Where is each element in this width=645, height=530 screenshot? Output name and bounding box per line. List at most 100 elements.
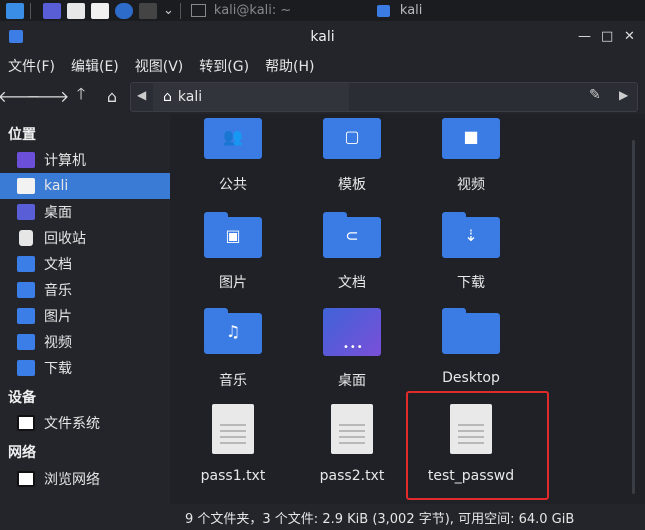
network-icon <box>17 471 35 487</box>
sidebar-item-kali[interactable]: kali <box>0 173 170 199</box>
menu-edit[interactable]: 编辑(E) <box>71 56 119 76</box>
menu-file[interactable]: 文件(F) <box>8 56 55 76</box>
item-label: 音乐 <box>219 373 247 389</box>
sidebar-item-documents[interactable]: 文档 <box>0 251 170 277</box>
taskbar-separator <box>30 2 31 19</box>
terminal-task-title: kali@kali: ~ <box>213 3 292 18</box>
path-scroll-right-icon[interactable]: ▶ <box>619 88 628 102</box>
sidebar-header-devices: 设备 <box>8 390 36 406</box>
edit-location-icon[interactable]: ✎ <box>589 87 601 103</box>
item-label: 文档 <box>338 275 366 291</box>
taskbar-folder-task[interactable]: kali <box>376 3 423 18</box>
menu-view[interactable]: 视图(V) <box>135 56 184 76</box>
window-titlebar[interactable]: kali — □ ✕ <box>0 21 645 53</box>
people-icon: 👥 <box>223 127 243 146</box>
sidebar-item-downloads[interactable]: 下载 <box>0 355 170 381</box>
sidebar-item-label: 文件系统 <box>44 416 100 432</box>
desktop-icon <box>17 204 35 220</box>
folder-documents[interactable]: ⊂ <box>323 212 381 258</box>
home-icon[interactable]: ⌂ <box>101 85 123 107</box>
sidebar-item-desktop[interactable]: 桌面 <box>0 199 170 225</box>
file-pass1[interactable] <box>212 404 254 454</box>
sidebar-item-computer[interactable]: 计算机 <box>0 147 170 173</box>
video-icon: ■ <box>463 127 479 146</box>
terminal-launcher-icon[interactable] <box>139 2 157 19</box>
sidebar-item-label: kali <box>44 178 69 194</box>
menu-go[interactable]: 转到(G) <box>199 56 249 76</box>
music-icon <box>17 282 35 298</box>
home-icon: ⌂ <box>163 89 172 105</box>
home-folder-icon <box>17 178 35 194</box>
sidebar-header-network: 网络 <box>8 445 36 461</box>
videos-icon <box>17 334 35 350</box>
downloads-icon <box>17 360 35 376</box>
folder-Desktop[interactable] <box>442 308 500 354</box>
folder-templates[interactable]: ▢ <box>323 118 381 164</box>
drive-icon <box>17 415 35 431</box>
sidebar-item-filesystem[interactable]: 文件系统 <box>0 410 170 436</box>
folder-body <box>442 313 500 354</box>
editor-launcher-icon[interactable] <box>91 2 109 19</box>
chevron-down-icon[interactable]: ⌄ <box>163 3 174 18</box>
sidebar-item-music[interactable]: 音乐 <box>0 277 170 303</box>
toolbar: 🡐 🡒 🡑 ⌂ ◀ ⌂ kali ✎ ▶ <box>0 79 645 114</box>
folder-desktop[interactable]: ••• <box>323 308 381 356</box>
text-line <box>220 430 246 432</box>
terminal-icon <box>190 4 206 17</box>
desktop-icon: ••• <box>343 342 364 353</box>
up-icon[interactable]: 🡑 <box>70 84 92 107</box>
menubar: 文件(F) 编辑(E) 视图(V) 转到(G) 帮助(H) <box>0 53 645 79</box>
minimize-icon[interactable]: — <box>578 29 591 44</box>
download-icon: ⇣ <box>464 226 478 245</box>
maximize-icon[interactable]: □ <box>601 29 613 44</box>
trash-icon <box>19 230 33 246</box>
close-icon[interactable]: ✕ <box>624 29 635 44</box>
sidebar-item-label: 回收站 <box>44 231 86 247</box>
folder-task-title: kali <box>399 3 423 18</box>
sidebar-item-trash[interactable]: 回收站 <box>0 225 170 251</box>
path-scroll-left-icon[interactable]: ◀ <box>137 88 146 102</box>
sidebar-item-videos[interactable]: 视频 <box>0 329 170 355</box>
highlight-box <box>406 391 549 500</box>
folder-downloads[interactable]: ⇣ <box>442 212 500 258</box>
home-folder-icon <box>376 4 390 17</box>
template-icon: ▢ <box>344 127 360 146</box>
window-title: kali <box>310 29 335 45</box>
sidebar-item-pictures[interactable]: 图片 <box>0 303 170 329</box>
folder-public[interactable]: 👥 <box>204 118 262 164</box>
forward-icon[interactable]: 🡒 <box>27 85 70 107</box>
sidebar-header-places: 位置 <box>8 127 36 143</box>
folder-pictures[interactable]: ▣ <box>204 212 262 258</box>
taskbar-terminal-task[interactable]: kali@kali: ~ <box>187 3 377 18</box>
desktop-launcher-icon[interactable] <box>43 2 61 19</box>
documents-icon <box>17 256 35 272</box>
item-label: 模板 <box>338 177 366 193</box>
sidebar-item-browse-network[interactable]: 浏览网络 <box>0 466 170 492</box>
file-pass2[interactable] <box>331 404 373 454</box>
status-text: 9 个文件夹，3 个文件: 2.9 KiB (3,002 字节), 可用空间: … <box>185 511 575 527</box>
computer-icon <box>17 152 35 168</box>
taskbar-separator <box>179 2 181 19</box>
menu-help[interactable]: 帮助(H) <box>265 56 314 76</box>
status-bar: 9 个文件夹，3 个文件: 2.9 KiB (3,002 字节), 可用空间: … <box>170 504 645 530</box>
folder-videos[interactable]: ■ <box>442 118 500 164</box>
files-launcher-icon[interactable] <box>67 2 85 19</box>
browser-launcher-icon[interactable] <box>115 2 133 19</box>
scrollbar[interactable] <box>632 140 635 494</box>
sidebar-item-label: 计算机 <box>44 153 86 169</box>
sidebar-item-label: 音乐 <box>44 283 72 299</box>
item-label: 视频 <box>457 177 485 193</box>
item-label: 图片 <box>219 275 247 291</box>
path-segment-label: kali <box>177 89 203 105</box>
sidebar-item-label: 桌面 <box>44 205 72 221</box>
path-segment-home[interactable]: ⌂ kali <box>153 83 349 111</box>
location-bar[interactable]: ◀ ⌂ kali ✎ ▶ <box>130 82 638 112</box>
music-note-icon: ♫ <box>225 322 241 341</box>
text-line <box>220 442 246 444</box>
pictures-icon <box>17 308 35 324</box>
kali-menu-icon[interactable] <box>6 2 24 19</box>
item-label: pass1.txt <box>200 468 266 484</box>
folder-music[interactable]: ♫ <box>204 308 262 354</box>
item-label: 桌面 <box>338 373 366 389</box>
text-line <box>339 424 365 426</box>
